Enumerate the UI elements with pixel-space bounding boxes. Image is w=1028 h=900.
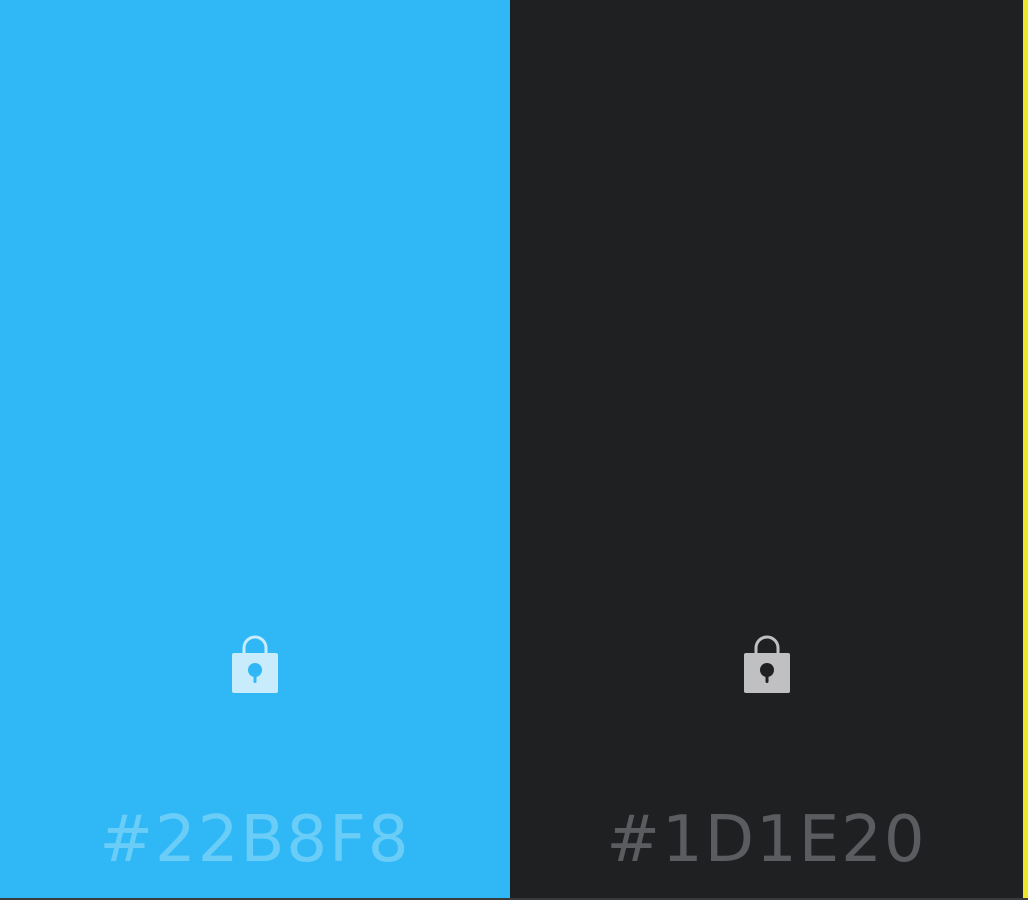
hex-code-label[interactable]: #1D1E20	[510, 800, 1023, 880]
lock-icon	[232, 635, 278, 693]
lock-button-1[interactable]	[230, 632, 280, 696]
lock-button-2[interactable]	[742, 632, 792, 696]
lock-icon	[743, 635, 790, 693]
color-swatch-2[interactable]: #1D1E20	[510, 0, 1023, 898]
hex-code-label[interactable]: #22B8F8	[0, 800, 510, 880]
color-swatch-1[interactable]: #22B8F8	[0, 0, 510, 898]
color-palette: #22B8F8 #1D1E20	[0, 0, 1028, 900]
next-swatch-edge[interactable]	[1023, 0, 1028, 900]
